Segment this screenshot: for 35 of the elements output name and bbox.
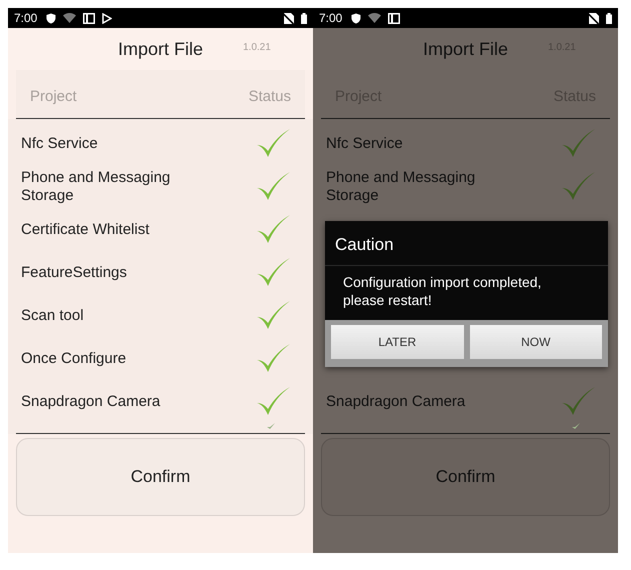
play-icon (102, 12, 112, 24)
project-name: FeatureSettings (21, 264, 128, 282)
battery-icon (606, 12, 612, 24)
project-name: Nfc Service (326, 134, 404, 152)
project-name: Phone and Messaging Storage (326, 168, 476, 204)
wifi-icon (368, 13, 382, 23)
no-sim-icon (283, 12, 294, 24)
dialog-title: Caution (325, 221, 608, 266)
project-name: Snapdragon Camera (21, 392, 162, 410)
column-header: Project (30, 88, 77, 104)
dialog-button[interactable]: LATER (331, 325, 464, 359)
no-sim-icon (588, 12, 599, 24)
checkmark-icon (572, 423, 580, 429)
screen-title: Import File (118, 38, 204, 60)
shield-icon (46, 12, 56, 24)
project-name: Snapdragon Camera (326, 392, 466, 410)
dialog-message: Configuration import completed, please restart! (342, 273, 542, 310)
project-name: Phone and Messaging Storage (21, 168, 172, 204)
wifi-icon (63, 13, 76, 23)
status-time: 7:00 (14, 11, 38, 25)
checkmark-icon (267, 423, 275, 429)
battery-icon (301, 12, 307, 24)
shield-icon (351, 12, 362, 24)
project-name: Once Configure (21, 350, 128, 368)
project-name: Nfc Service (21, 134, 99, 152)
window-icon (83, 12, 96, 24)
project-name: Scan tool (21, 306, 85, 324)
window-icon (388, 12, 400, 24)
confirm-button[interactable]: Confirm (16, 438, 305, 516)
dialog-button[interactable]: NOW (470, 325, 602, 359)
screen-title: Import File (422, 38, 508, 60)
column-header: Status (248, 88, 291, 104)
version-label: 1.0.21 (243, 42, 271, 53)
project-name: Certificate Whitelist (21, 220, 150, 238)
status-time: 7:00 (319, 11, 342, 25)
